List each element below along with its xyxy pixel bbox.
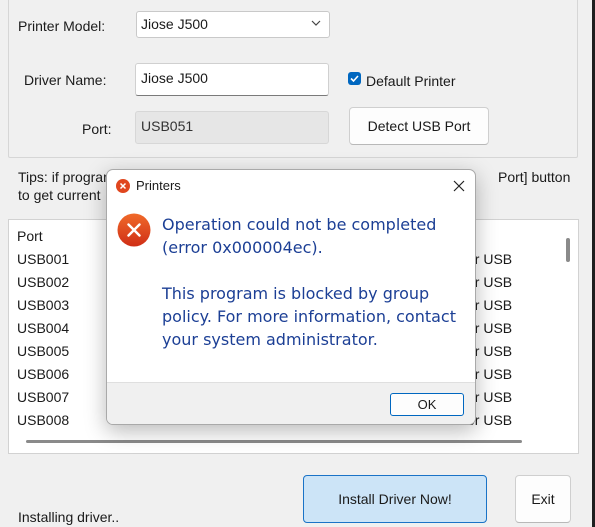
error-icon: [117, 213, 151, 247]
printer-model-label: Printer Model:: [18, 18, 106, 34]
list-item[interactable]: USB002: [17, 273, 69, 291]
list-item[interactable]: USB007: [17, 388, 69, 406]
driver-name-label: Driver Name:: [24, 72, 107, 88]
tips-line1-right: Port] button: [498, 169, 571, 185]
vertical-scrollbar-thumb[interactable]: [566, 238, 570, 262]
exit-button[interactable]: Exit: [515, 475, 571, 523]
dialog-message-line: your system administrator.: [162, 330, 378, 349]
dialog-message-line: This program is blocked by group: [162, 284, 430, 303]
list-item[interactable]: USB001: [17, 250, 69, 268]
list-item[interactable]: USB008: [17, 411, 69, 429]
dialog-footer: OK: [107, 382, 475, 424]
dialog-message-line: (error 0x000004ec).: [162, 238, 323, 257]
error-icon: [116, 179, 130, 193]
port-value: USB051: [141, 118, 194, 134]
detect-usb-port-button[interactable]: Detect USB Port: [349, 107, 489, 145]
port-label: Port:: [82, 121, 112, 137]
port-field[interactable]: USB051: [135, 111, 329, 144]
dialog-message-line: Operation could not be completed: [162, 215, 437, 234]
list-item[interactable]: USB006: [17, 365, 69, 383]
driver-name-value: Jiose J500: [141, 70, 208, 86]
checkmark-icon: [350, 75, 359, 83]
default-printer-checkbox[interactable]: [348, 72, 361, 85]
close-icon[interactable]: [449, 176, 469, 196]
tips-line1-left: Tips: if program: [18, 169, 115, 185]
install-driver-button[interactable]: Install Driver Now!: [303, 475, 487, 523]
status-text: Installing driver..: [18, 509, 120, 525]
horizontal-scrollbar-thumb[interactable]: [26, 440, 522, 443]
driver-name-input[interactable]: Jiose J500: [135, 63, 329, 96]
dialog-message-line: policy. For more information, contact: [162, 307, 456, 326]
dialog-title: Printers: [136, 178, 181, 193]
printer-model-select[interactable]: Jiose J500: [136, 11, 330, 38]
printer-model-value: Jiose J500: [141, 16, 208, 32]
ok-button[interactable]: OK: [390, 393, 464, 416]
list-item[interactable]: USB004: [17, 319, 69, 337]
chevron-down-icon: [311, 20, 321, 26]
error-dialog: Printers Operation could not be complete…: [106, 169, 476, 425]
default-printer-label[interactable]: Default Printer: [366, 72, 455, 90]
list-item[interactable]: USB003: [17, 296, 69, 314]
list-item[interactable]: USB005: [17, 342, 69, 360]
list-header-port: Port: [17, 228, 43, 244]
tips-line2-left: to get current: [18, 187, 101, 203]
